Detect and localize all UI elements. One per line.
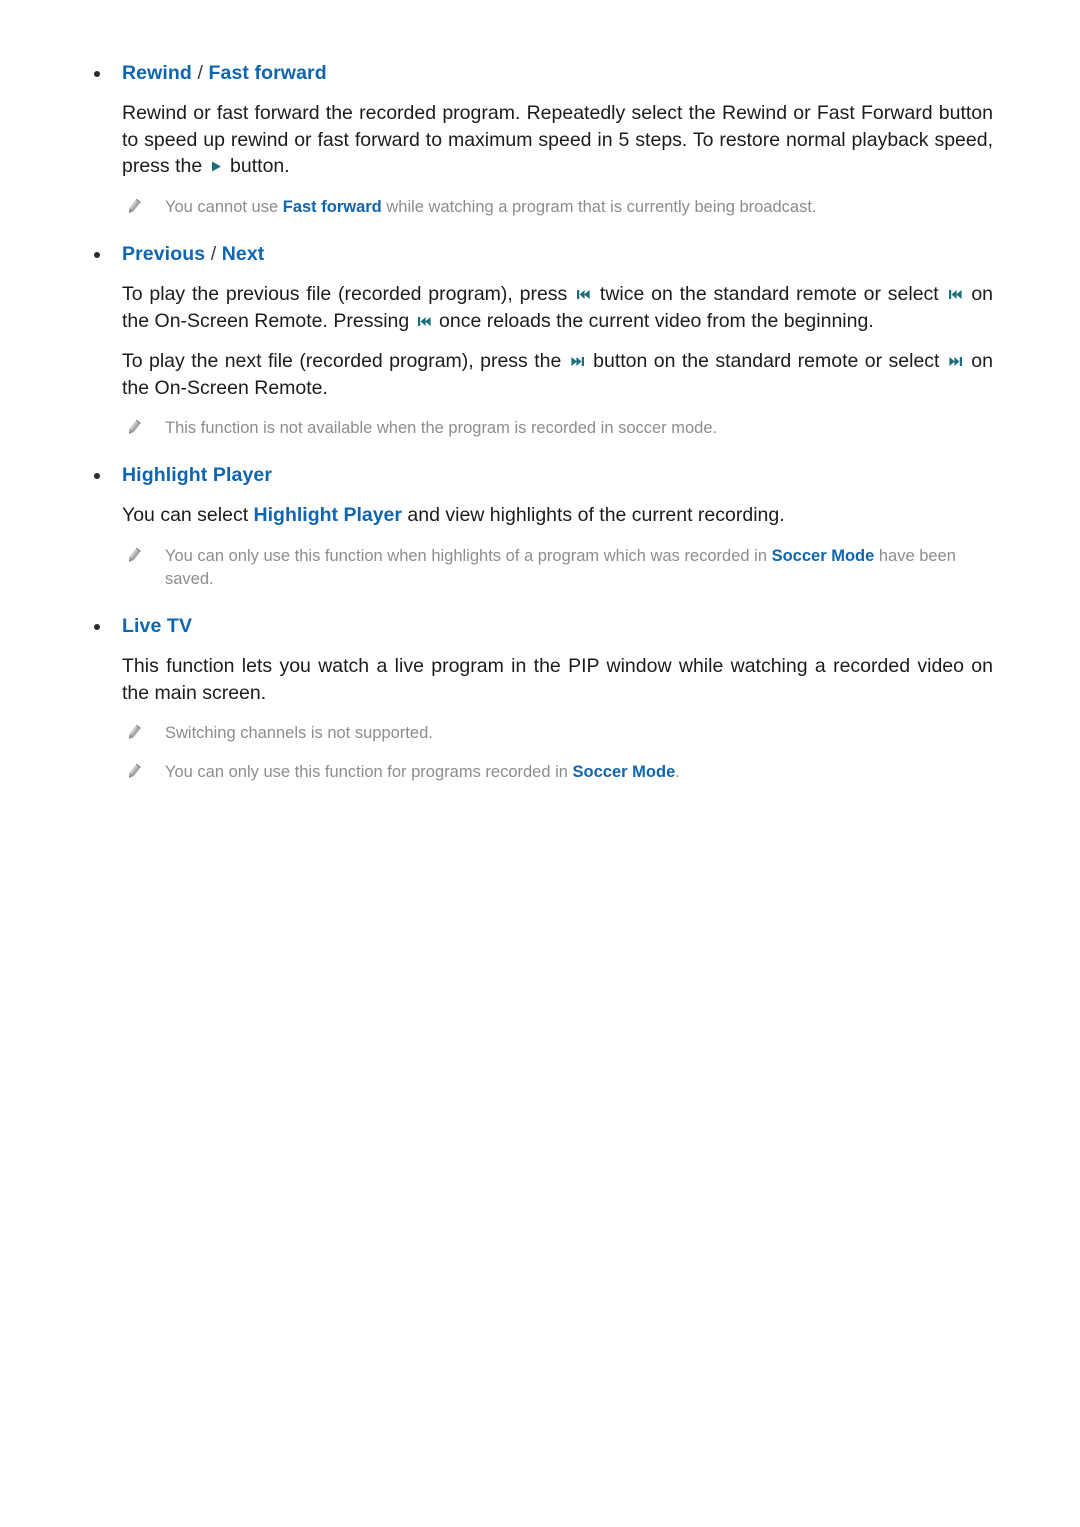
note-text-part1: You cannot use bbox=[165, 197, 283, 216]
note-switching-channels: Switching channels is not supported. bbox=[85, 722, 995, 745]
section-rewind-fast-forward: Rewind / Fast forward Rewind or fast for… bbox=[85, 60, 995, 219]
note-text-part2: . bbox=[675, 763, 680, 782]
pencil-icon bbox=[125, 763, 142, 781]
heading-term-fast-forward: Fast forward bbox=[208, 62, 327, 84]
previous-track-icon bbox=[576, 288, 591, 301]
paragraph-rewind-fast-forward: Rewind or fast forward the recorded prog… bbox=[85, 100, 995, 180]
note-highlights-soccer-mode: You can only use this function when high… bbox=[85, 545, 995, 591]
paragraph-previous: To play the previous file (recorded prog… bbox=[85, 281, 995, 334]
note-text-part2: while watching a program that is current… bbox=[381, 197, 817, 216]
section-live-tv: Live TV This function lets you watch a l… bbox=[85, 613, 995, 784]
paragraph-text-part4: once reloads the current video from the … bbox=[433, 309, 874, 332]
section-heading-live-tv: Live TV bbox=[85, 613, 995, 639]
note-text-part1: You can only use this function when high… bbox=[165, 546, 772, 565]
paragraph-text-part2: twice on the standard remote or select bbox=[593, 283, 946, 306]
heading-term-next: Next bbox=[221, 242, 265, 265]
next-track-icon bbox=[948, 355, 963, 368]
note-soccer-mode-unavailable: This function is not available when the … bbox=[85, 417, 995, 440]
note-highlight-soccer-mode: Soccer Mode bbox=[572, 763, 676, 782]
note-fast-forward-broadcast: You cannot use Fast forward while watchi… bbox=[85, 196, 995, 219]
paragraph-live-tv: This function lets you watch a live prog… bbox=[122, 655, 993, 704]
note-highlight-soccer-mode: Soccer Mode bbox=[771, 546, 875, 565]
note-highlight-fast-forward: Fast forward bbox=[282, 197, 382, 216]
heading-term-live-tv: Live TV bbox=[122, 614, 193, 637]
previous-track-icon bbox=[417, 315, 432, 328]
paragraph-text-part2: and view highlights of the current recor… bbox=[402, 504, 785, 527]
heading-separator: / bbox=[191, 62, 209, 84]
pencil-icon bbox=[125, 198, 142, 216]
manual-page: Rewind / Fast forward Rewind or fast for… bbox=[0, 0, 1080, 1527]
section-heading-previous-next: Previous / Next bbox=[85, 241, 995, 267]
heading-term-highlight-player: Highlight Player bbox=[122, 464, 273, 487]
paragraph-next: To play the next file (recorded program)… bbox=[85, 348, 995, 401]
paragraph-highlight-highlight-player: Highlight Player bbox=[253, 504, 402, 527]
play-icon bbox=[210, 160, 223, 173]
section-heading-highlight-player: Highlight Player bbox=[85, 462, 995, 488]
next-track-icon bbox=[570, 355, 585, 368]
pencil-icon bbox=[125, 724, 142, 742]
note-text-part1: This function is not available when the … bbox=[165, 419, 718, 438]
paragraph-text-part2: button. bbox=[224, 155, 290, 178]
note-text-part1: Switching channels is not supported. bbox=[165, 724, 433, 743]
paragraph-text-part2: button on the standard remote or select bbox=[586, 350, 946, 373]
heading-term-rewind: Rewind bbox=[122, 62, 192, 84]
paragraph-text-part1: To play the next file (recorded program)… bbox=[122, 350, 568, 373]
note-text-part1: You can only use this function for progr… bbox=[165, 763, 573, 782]
pencil-icon bbox=[125, 547, 142, 565]
note-programs-soccer-mode: You can only use this function for progr… bbox=[85, 761, 995, 784]
paragraph-highlight-player: You can select Highlight Player and view… bbox=[85, 502, 995, 529]
section-heading-rewind-fast-forward: Rewind / Fast forward bbox=[85, 60, 995, 86]
heading-separator: / bbox=[205, 242, 222, 265]
previous-track-icon bbox=[948, 288, 963, 301]
paragraph-text-part1: You can select bbox=[122, 504, 254, 527]
paragraph-text-part1: To play the previous file (recorded prog… bbox=[122, 283, 575, 306]
heading-term-previous: Previous bbox=[122, 242, 206, 265]
section-previous-next: Previous / Next To play the previous fil… bbox=[85, 241, 995, 440]
section-highlight-player: Highlight Player You can select Highligh… bbox=[85, 462, 995, 591]
pencil-icon bbox=[125, 419, 142, 437]
